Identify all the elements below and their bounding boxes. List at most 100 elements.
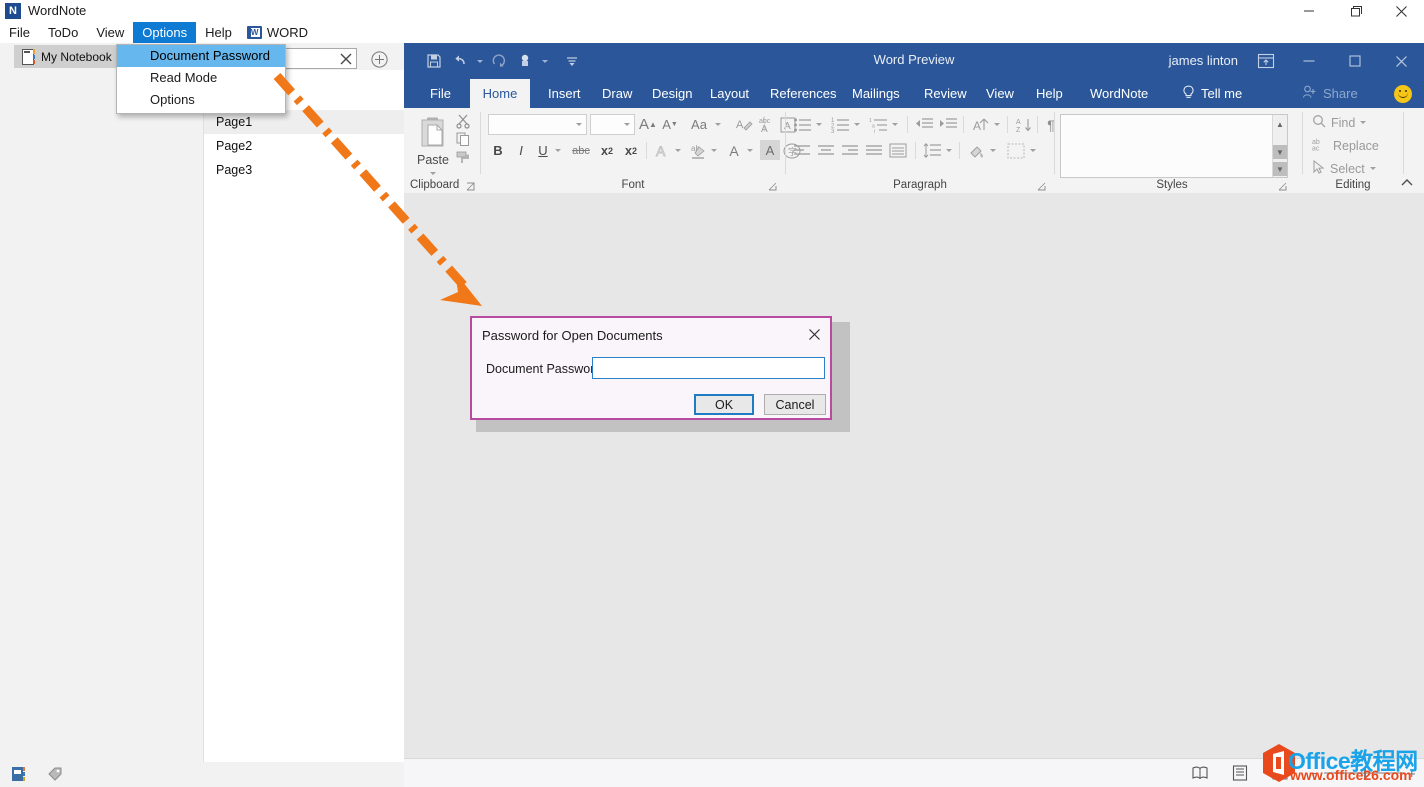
tab-wordnote[interactable]: WordNote <box>1080 79 1158 108</box>
align-right-icon[interactable] <box>839 140 861 161</box>
ribbon-display-options-icon[interactable] <box>1256 52 1276 70</box>
close-icon[interactable] <box>338 51 354 67</box>
paste-label[interactable]: Paste <box>412 152 454 168</box>
sort-text-icon[interactable]: A <box>969 114 991 135</box>
increase-indent-icon[interactable] <box>937 114 959 135</box>
sort-ascending-icon[interactable]: AZ <box>1013 114 1035 135</box>
chevron-down-icon[interactable] <box>552 142 564 159</box>
tab-home[interactable]: Home <box>470 79 530 108</box>
chevron-down-icon[interactable] <box>889 116 901 133</box>
tab-references[interactable]: References <box>760 79 846 108</box>
chevron-down-icon[interactable] <box>991 116 1003 133</box>
menu-todo[interactable]: ToDo <box>39 22 87 43</box>
chevron-down-icon[interactable] <box>813 116 825 133</box>
word-document-canvas[interactable] <box>404 193 1424 761</box>
bullet-list-icon[interactable] <box>791 114 813 135</box>
strikethrough-button[interactable]: abc <box>568 140 594 161</box>
menu-options[interactable]: Options <box>133 22 196 43</box>
select-button[interactable]: Select <box>1312 160 1376 177</box>
text-effects-icon[interactable]: A <box>652 140 672 161</box>
align-left-icon[interactable] <box>791 140 813 161</box>
highlight-icon[interactable]: ab <box>688 140 708 161</box>
chevron-up-icon[interactable] <box>1400 177 1416 191</box>
line-spacing-icon[interactable] <box>921 140 943 161</box>
cut-icon[interactable] <box>454 112 472 130</box>
minimize-icon[interactable] <box>1286 43 1332 79</box>
tab-view[interactable]: View <box>976 79 1024 108</box>
document-password-input[interactable] <box>592 357 825 379</box>
phonetic-guide-icon[interactable]: abcA <box>756 114 776 135</box>
replace-button[interactable]: abac Replace <box>1312 137 1379 154</box>
chevron-down-icon[interactable] <box>943 142 955 159</box>
print-layout-icon[interactable] <box>1231 765 1249 782</box>
format-painter-icon[interactable] <box>454 148 472 166</box>
close-icon[interactable] <box>1378 0 1424 22</box>
maximize-icon[interactable] <box>1332 0 1378 22</box>
read-mode-icon[interactable] <box>1191 765 1209 782</box>
close-icon[interactable] <box>804 324 824 344</box>
chevron-down-icon[interactable] <box>1370 167 1376 170</box>
change-case-icon[interactable]: Aa <box>686 114 712 135</box>
font-name-input[interactable] <box>488 114 587 135</box>
list-item[interactable]: Page2 <box>204 134 405 158</box>
styles-scrollbar[interactable]: ▲ ▼ ▼ <box>1272 115 1287 177</box>
subscript-button[interactable]: x2 <box>596 140 618 161</box>
user-name-label[interactable]: james linton <box>1169 53 1238 68</box>
list-item[interactable]: Page3 <box>204 158 405 182</box>
menu-item-document-password[interactable]: Document Password <box>117 45 285 67</box>
paste-dropdown-icon[interactable] <box>426 168 440 178</box>
paragraph-dialog-launcher[interactable] <box>1037 180 1047 190</box>
multilevel-list-icon[interactable]: 1ai <box>867 114 889 135</box>
chevron-down-icon[interactable] <box>987 142 999 159</box>
chevron-down-icon[interactable] <box>1360 121 1366 124</box>
menu-item-options[interactable]: Options <box>117 89 285 111</box>
character-shading-icon[interactable]: A <box>760 140 780 160</box>
chevron-up-icon[interactable]: ▲ <box>1273 117 1287 131</box>
justify-icon[interactable] <box>863 140 885 161</box>
chevron-down-icon[interactable]: ▼ <box>1273 145 1287 159</box>
cancel-button[interactable]: Cancel <box>764 394 826 415</box>
decrease-indent-icon[interactable] <box>913 114 935 135</box>
underline-button[interactable]: U <box>534 140 552 161</box>
close-icon[interactable] <box>1378 43 1424 79</box>
numbered-list-icon[interactable]: 123 <box>829 114 851 135</box>
tab-layout[interactable]: Layout <box>700 79 759 108</box>
styles-gallery[interactable]: ▲ ▼ ▼ <box>1060 114 1288 178</box>
notebook-icon[interactable] <box>10 765 28 783</box>
ok-button[interactable]: OK <box>694 394 754 415</box>
superscript-button[interactable]: x2 <box>620 140 642 161</box>
tab-mailings[interactable]: Mailings <box>842 79 910 108</box>
tab-design[interactable]: Design <box>642 79 702 108</box>
distributed-align-icon[interactable] <box>887 140 909 161</box>
chevron-down-icon[interactable] <box>672 142 684 159</box>
menu-word[interactable]: WORD <box>241 22 317 43</box>
chevron-down-icon[interactable] <box>744 142 756 159</box>
share-button[interactable]: Share <box>1294 79 1366 108</box>
tab-help[interactable]: Help <box>1026 79 1073 108</box>
borders-icon[interactable] <box>1005 140 1027 161</box>
paste-icon[interactable] <box>416 114 450 150</box>
menu-file[interactable]: File <box>0 22 39 43</box>
font-dialog-launcher[interactable] <box>768 180 778 190</box>
italic-button[interactable]: I <box>512 140 530 161</box>
shading-icon[interactable] <box>965 140 987 161</box>
align-center-icon[interactable] <box>815 140 837 161</box>
chevron-down-icon[interactable] <box>708 142 720 159</box>
clipboard-dialog-launcher[interactable] <box>466 180 476 190</box>
chevron-down-icon[interactable] <box>851 116 863 133</box>
more-styles-icon[interactable]: ▼ <box>1273 162 1287 176</box>
menu-view[interactable]: View <box>87 22 133 43</box>
tab-insert[interactable]: Insert <box>538 79 591 108</box>
feedback-smiley-icon[interactable] <box>1394 85 1412 103</box>
minimize-icon[interactable] <box>1286 0 1332 22</box>
tab-review[interactable]: Review <box>914 79 977 108</box>
shrink-font-icon[interactable]: A▼ <box>659 114 681 135</box>
clear-formatting-icon[interactable]: A <box>734 114 754 135</box>
tab-file[interactable]: File <box>420 79 461 108</box>
restore-icon[interactable] <box>1332 43 1378 79</box>
grow-font-icon[interactable]: A▲ <box>637 114 659 135</box>
find-button[interactable]: Find <box>1312 114 1366 131</box>
tag-icon[interactable] <box>46 765 64 783</box>
menu-help[interactable]: Help <box>196 22 241 43</box>
styles-dialog-launcher[interactable] <box>1278 180 1288 190</box>
